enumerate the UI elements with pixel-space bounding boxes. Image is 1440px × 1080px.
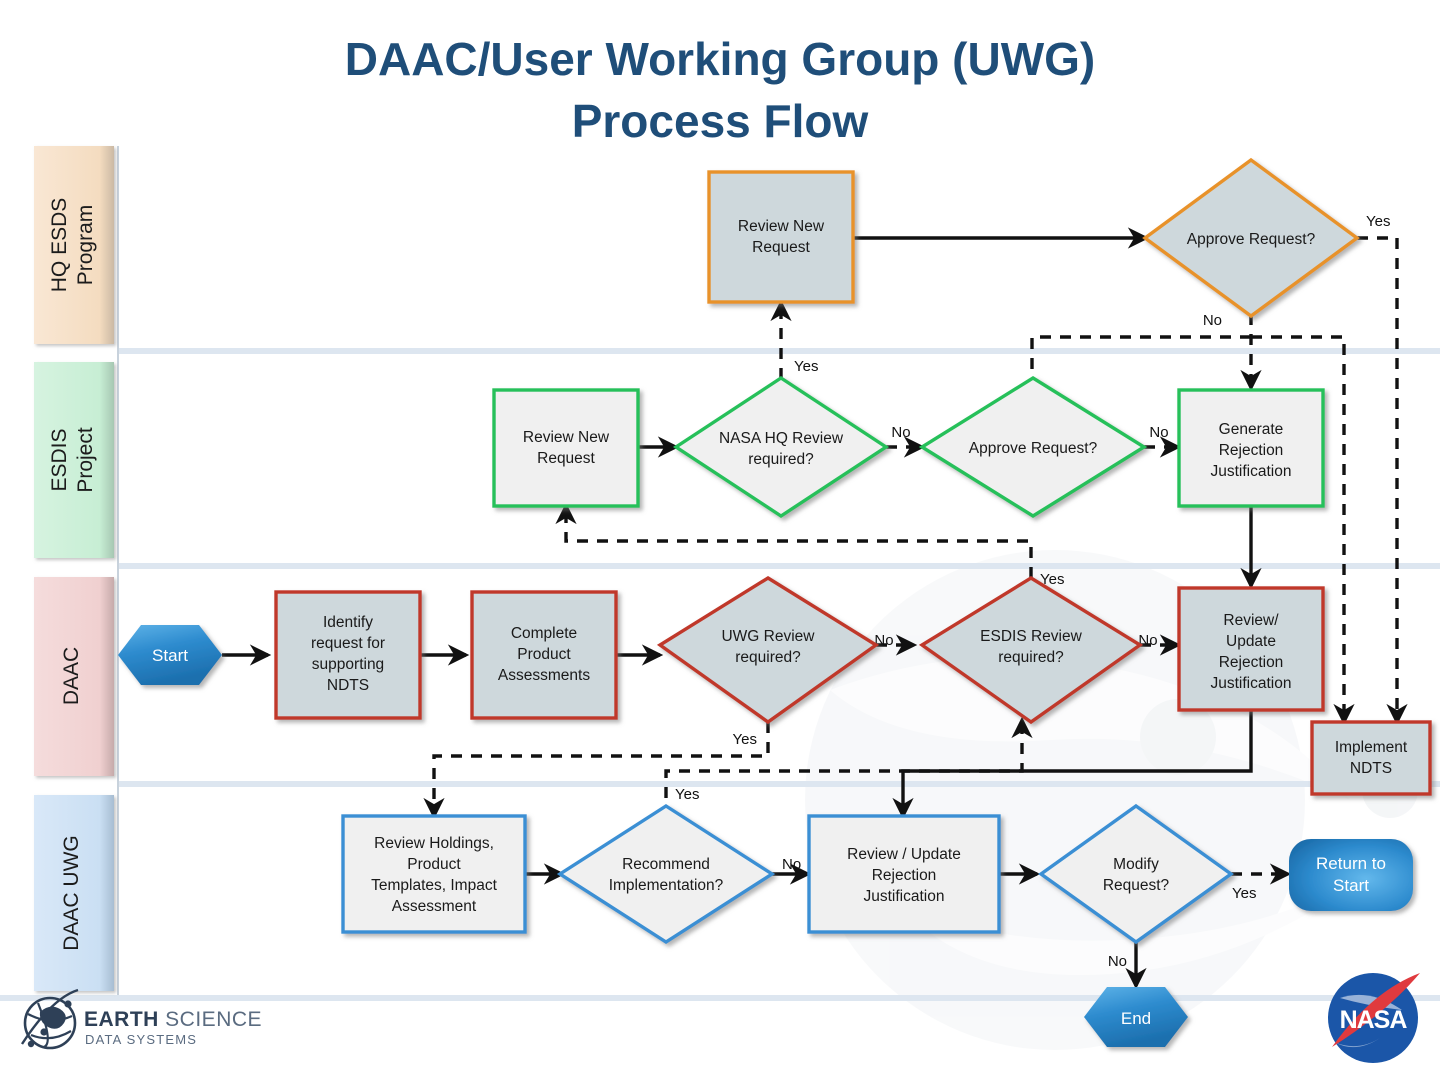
node-label: Review New <box>738 218 825 235</box>
edge-uwgreview-yes-to-reviewholdings <box>423 722 770 820</box>
node-label: Request <box>537 450 595 467</box>
node-daac-review-update-rejection-justification[interactable]: Review/ Update Rejection Justification <box>1177 586 1325 712</box>
node-uwg-review-update-rejection-justification[interactable]: Review / Update Rejection Justification <box>807 814 1001 934</box>
flowchart-canvas: DAAC/User Working Group (UWG) Process Fl… <box>0 0 1440 1080</box>
node-label: Modify <box>1113 856 1159 873</box>
node-label: Justification <box>864 888 945 905</box>
esds-logo-normal: SCIENCE <box>159 1008 262 1031</box>
node-esdis-approve-request[interactable]: Approve Request? <box>918 375 1148 519</box>
node-label: Complete <box>511 625 577 642</box>
node-label: required? <box>735 649 801 666</box>
node-label: Request <box>752 239 810 256</box>
label-uwg-modify-no: No <box>1108 953 1127 970</box>
label-esdis-hqreview-yes: Yes <box>794 358 818 375</box>
lane-label-hq-line1: HQ ESDS <box>48 198 71 293</box>
node-label: NDTS <box>327 677 369 694</box>
node-label: Start <box>152 646 188 665</box>
label-hq-approve-no: No <box>1203 312 1222 329</box>
node-label: Review Holdings, <box>374 835 494 852</box>
node-esdis-nasa-hq-review-required[interactable]: NASA HQ Review required? <box>672 375 890 519</box>
lane-label-daac: DAAC <box>60 647 83 705</box>
label-esdis-approve-no: No <box>1149 424 1168 441</box>
nasa-wordmark: NASA <box>1340 1006 1408 1034</box>
node-hq-review-new-request[interactable]: Review New Request <box>707 170 855 304</box>
node-daac-implement-ndts[interactable]: Implement NDTS <box>1310 720 1432 796</box>
esds-logo-title: EARTH SCIENCE <box>84 1008 262 1031</box>
label-daac-uwgreview-no: No <box>874 632 893 649</box>
node-label: Assessment <box>392 898 477 915</box>
node-label: required? <box>748 451 814 468</box>
node-label: NASA HQ Review <box>719 430 844 447</box>
node-label: ESDIS Review <box>980 628 1082 645</box>
edge-hqapprove-no-bus-left <box>1030 335 1251 380</box>
node-label: Review/ <box>1223 612 1279 629</box>
node-label: Approve Request? <box>1187 231 1316 248</box>
node-label: required? <box>998 649 1064 666</box>
node-uwg-return-to-start[interactable]: Return to Start <box>1289 839 1413 911</box>
node-daac-identify-request[interactable]: Identify request for supporting NDTS <box>274 590 422 720</box>
node-label: Review / Update <box>847 846 961 863</box>
node-label: Justification <box>1211 675 1292 692</box>
nasa-logo: NASA <box>1328 973 1420 1063</box>
node-label: Rejection <box>872 867 937 884</box>
node-label: Identify <box>323 614 373 631</box>
lane-header-daac: DAAC <box>34 577 114 776</box>
node-label: Product <box>517 646 571 663</box>
label-uwg-recommend-no: No <box>782 856 801 873</box>
node-label: NDTS <box>1350 760 1392 777</box>
node-daac-start[interactable]: Start <box>118 625 222 685</box>
node-uwg-review-holdings[interactable]: Review Holdings, Product Templates, Impa… <box>341 814 527 934</box>
node-label: Return to <box>1316 854 1386 873</box>
node-esdis-generate-rejection-justification[interactable]: Generate Rejection Justification <box>1177 388 1325 508</box>
node-label: Request? <box>1103 877 1170 894</box>
lane-label-uwg: DAAC UWG <box>60 835 83 951</box>
label-daac-esdisreview-no: No <box>1138 632 1157 649</box>
label-uwg-recommend-yes: Yes <box>675 786 699 803</box>
node-label: Review New <box>523 429 610 446</box>
title-line-1: DAAC/User Working Group (UWG) <box>345 33 1095 85</box>
node-label: Start <box>1333 876 1369 895</box>
edge-hqapprove-yes-to-implement <box>1357 236 1408 726</box>
node-label: Templates, Impact <box>371 877 497 894</box>
node-label: Assessments <box>498 667 590 684</box>
page-title: DAAC/User Working Group (UWG) Process Fl… <box>345 33 1095 147</box>
lane-label-esdis-line2: Project <box>74 427 97 493</box>
label-hq-approve-yes: Yes <box>1366 213 1390 230</box>
node-daac-complete-product-assessments[interactable]: Complete Product Assessments <box>470 590 618 720</box>
esds-logo-sub: DATA SYSTEMS <box>85 1032 197 1047</box>
lane-label-hq-line2: Program <box>74 205 97 286</box>
lane-header-hq: HQ ESDS Program <box>34 146 114 344</box>
node-label: Update <box>1226 633 1276 650</box>
node-label: Implementation? <box>609 877 724 894</box>
node-label: Rejection <box>1219 442 1284 459</box>
node-hq-approve-request[interactable]: Approve Request? <box>1142 157 1360 319</box>
node-label: Product <box>407 856 461 873</box>
background-watermark <box>805 550 1418 1050</box>
node-label: Generate <box>1219 421 1284 438</box>
label-uwg-modify-yes: Yes <box>1232 885 1256 902</box>
lane-label-esdis-line1: ESDIS <box>48 428 71 491</box>
lane-header-esdis: ESDIS Project <box>34 362 114 558</box>
node-esdis-review-new-request[interactable]: Review New Request <box>492 388 640 508</box>
title-line-2: Process Flow <box>572 95 869 147</box>
label-esdis-hqreview-no: No <box>891 424 910 441</box>
esds-logo-bold: EARTH <box>84 1008 159 1031</box>
lane-header-uwg: DAAC UWG <box>34 795 114 991</box>
node-label: UWG Review <box>721 628 815 645</box>
node-label: Recommend <box>622 856 710 873</box>
node-label: Approve Request? <box>969 440 1098 457</box>
node-uwg-recommend-implementation[interactable]: Recommend Implementation? <box>556 803 776 945</box>
node-label: Justification <box>1211 463 1292 480</box>
node-label: Implement <box>1335 739 1408 756</box>
label-daac-uwgreview-yes: Yes <box>733 731 757 748</box>
node-label: Rejection <box>1219 654 1284 671</box>
node-label: End <box>1121 1009 1151 1028</box>
node-label: request for <box>311 635 385 652</box>
node-label: supporting <box>312 656 384 673</box>
